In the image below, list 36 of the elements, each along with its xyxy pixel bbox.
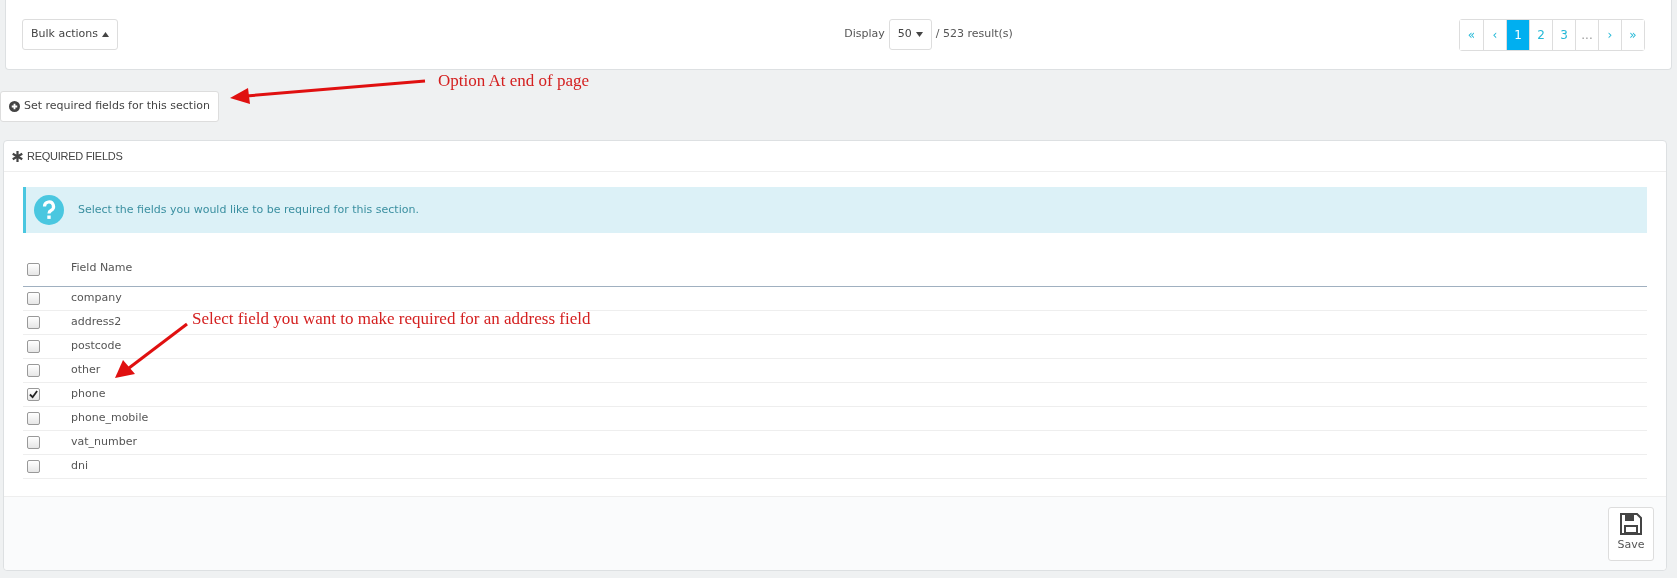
page-nav-link[interactable]: » — [1621, 19, 1644, 50]
checkbox[interactable] — [27, 292, 40, 305]
per-page-select[interactable]: 50 — [888, 19, 932, 50]
field-name-cell: vat_number — [71, 434, 137, 451]
results-count: / 523 result(s) — [935, 26, 1013, 43]
asterisk-icon — [12, 150, 23, 162]
plus-circle-icon — [9, 101, 20, 112]
help-icon — [34, 195, 64, 225]
field-name-cell: address2 — [71, 314, 122, 331]
field-name-cell: other — [71, 362, 101, 379]
checkbox[interactable] — [27, 364, 40, 377]
field-name-cell: phone — [71, 386, 106, 403]
field-name-cell: company — [71, 290, 122, 307]
caret-down-icon — [915, 32, 923, 37]
checkbox[interactable] — [27, 460, 40, 473]
checkbox[interactable] — [27, 412, 40, 425]
field-name-cell: postcode — [71, 338, 122, 355]
checkbox[interactable] — [27, 316, 40, 329]
checkbox[interactable] — [27, 340, 40, 353]
display-label: Display — [844, 26, 885, 43]
annotation-text: Select field you want to make required for an address field — [192, 308, 591, 330]
checkbox[interactable] — [27, 263, 40, 276]
checkbox[interactable] — [27, 436, 40, 449]
annotation-text: Option At end of page — [438, 70, 590, 92]
set-required-button[interactable]: Set required fields for this section — [0, 91, 219, 122]
checkbox[interactable] — [27, 388, 40, 401]
field-name-cell: dni — [71, 458, 88, 475]
check-icon — [29, 390, 38, 399]
caret-up-icon — [102, 32, 110, 37]
page-link[interactable]: 1 — [1506, 19, 1529, 50]
column-header: Field Name — [71, 259, 133, 276]
bulk-actions-button[interactable]: Bulk actions — [22, 19, 119, 50]
info-text: Select the fields you would like to be required for this section. — [78, 201, 419, 218]
panel-title: REQUIRED FIELDS — [27, 148, 123, 164]
field-name-cell: phone_mobile — [71, 410, 149, 427]
save-button[interactable]: Save — [1608, 506, 1654, 561]
